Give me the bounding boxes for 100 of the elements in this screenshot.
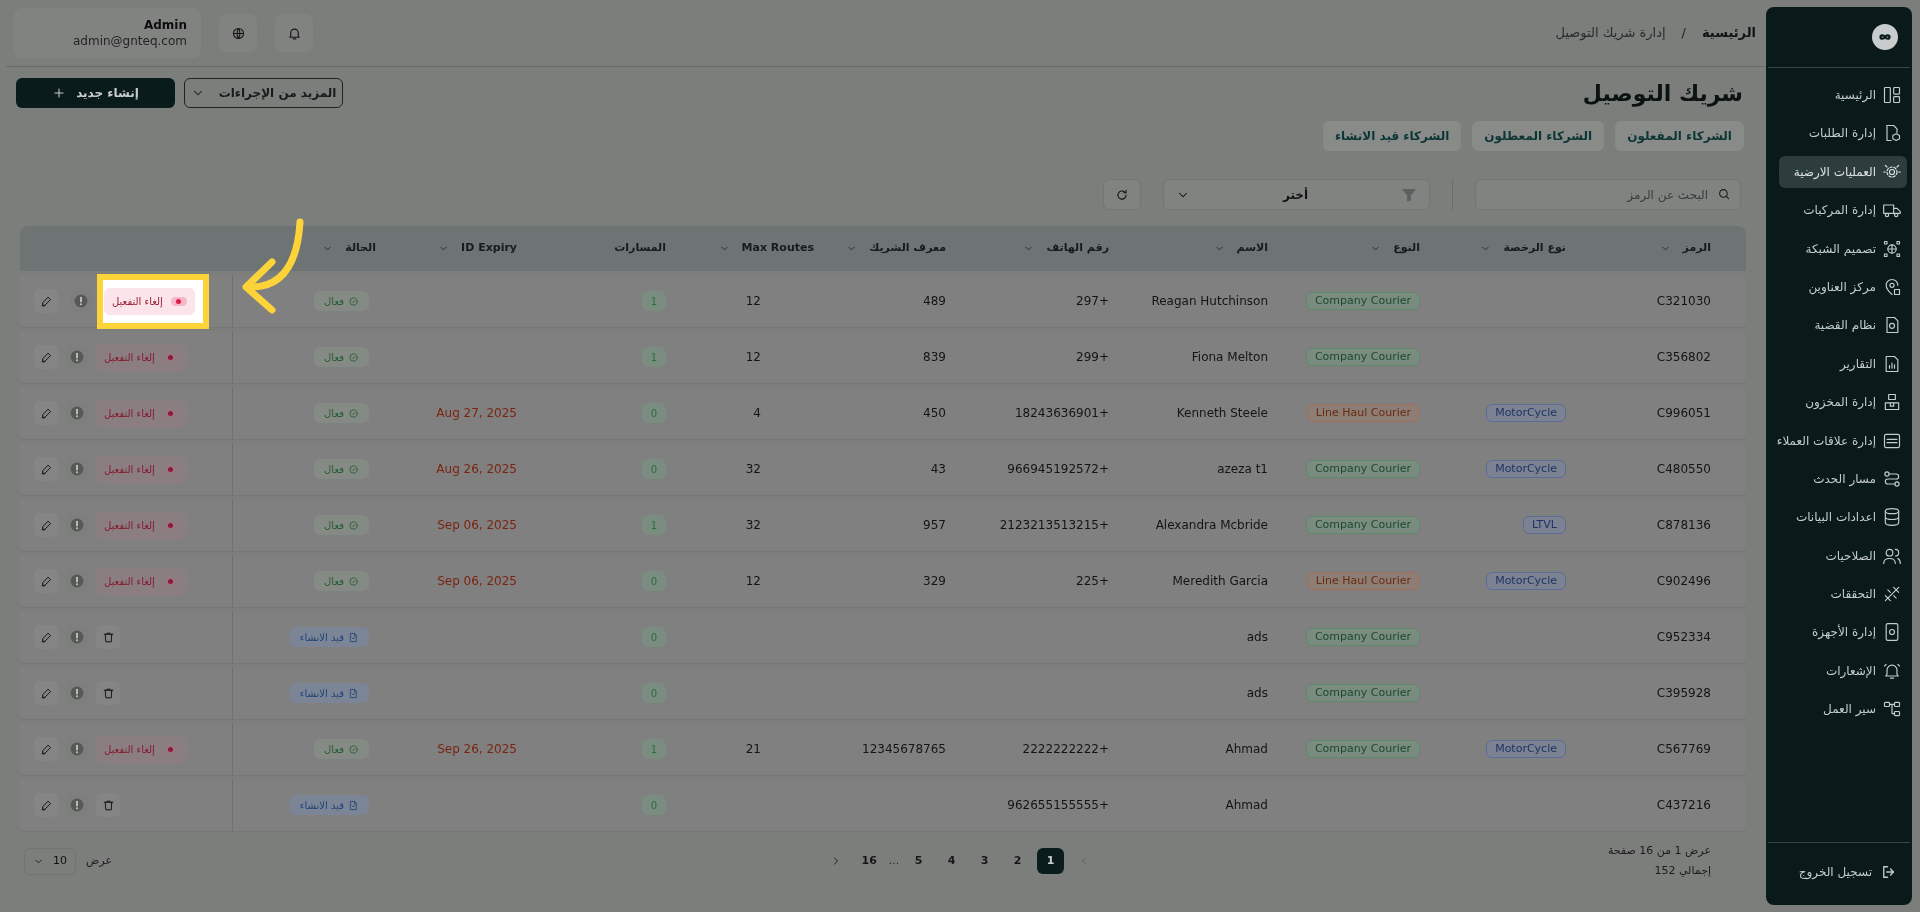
delete-button[interactable] [96, 793, 120, 817]
page-button[interactable]: 3 [971, 848, 999, 874]
column-header[interactable]: المسارات [614, 240, 666, 257]
page-button[interactable]: 1 [1037, 848, 1065, 874]
routes-count: 1 [642, 291, 666, 311]
sidebar-item[interactable]: إدارة علاقات العملاء [1779, 424, 1907, 457]
table-cell-text: C952334 [1656, 629, 1711, 646]
sidebar-item[interactable]: التقارير [1779, 347, 1907, 380]
breadcrumb-link[interactable]: إدارة شريك التوصيل [1555, 23, 1666, 43]
sidebar-item[interactable]: إدارة الأجهزة [1779, 616, 1907, 649]
logout-button[interactable]: تسجيل الخروج [1798, 857, 1903, 887]
language-button[interactable] [219, 14, 257, 52]
notifications-button[interactable] [275, 14, 313, 52]
refresh-button[interactable] [1103, 179, 1141, 210]
sidebar-item[interactable]: الإشعارات [1779, 654, 1907, 687]
column-header[interactable]: الاسم [1213, 240, 1268, 257]
type-tag: Company Courier [1305, 460, 1420, 478]
table-cell-text: 489 [923, 293, 946, 310]
create-button[interactable]: إنشاء جديد [16, 78, 175, 108]
edit-button[interactable] [34, 681, 58, 705]
alert-icon [70, 686, 84, 700]
deactivate-button[interactable]: إلغاء التفعيل [104, 287, 195, 315]
deactivate-button[interactable]: إلغاء التفعيل [96, 399, 187, 427]
check-circle-icon [348, 463, 359, 475]
deactivate-button[interactable]: إلغاء التفعيل [96, 511, 187, 539]
sidebar-item[interactable]: مركز العناوين [1779, 270, 1907, 303]
sidebar-item[interactable]: إدارة المركبات [1779, 194, 1907, 227]
status-badge: قيد الانشاء [289, 627, 369, 647]
sidebar-item[interactable]: نظام القضية [1779, 309, 1907, 342]
delete-button[interactable] [96, 625, 120, 649]
table-cell-text: 21 [745, 741, 761, 758]
column-header[interactable]: معرف الشريك [846, 240, 946, 257]
tab[interactable]: الشركاء قيد الانشاء [1322, 121, 1462, 151]
alert-icon [70, 742, 84, 756]
table-cell-text: 957 [923, 517, 946, 534]
column-header[interactable]: رقم الهاتف [1023, 240, 1109, 257]
sidebar-item[interactable]: العمليات الارضية [1779, 155, 1907, 188]
sidebar-item[interactable]: تصميم الشبكة [1779, 232, 1907, 265]
column-header[interactable]: الرمز [1659, 240, 1711, 257]
table-cell-text: 18243636901+ [1014, 405, 1109, 422]
deactivate-button[interactable]: إلغاء التفعيل [96, 567, 187, 595]
edit-button[interactable] [34, 513, 58, 537]
edit-button[interactable] [34, 737, 58, 761]
edit-button[interactable] [34, 401, 58, 425]
deactivate-button[interactable]: إلغاء التفعيل [96, 343, 187, 371]
sidebar-item[interactable]: مسار الحدث [1779, 462, 1907, 495]
table-cell-text: Ahmad [1225, 741, 1268, 758]
edit-button[interactable] [34, 625, 58, 649]
table-cell-text: 12 [745, 293, 761, 310]
user-name: Admin [143, 17, 187, 33]
status-badge: فعال [314, 347, 369, 367]
delete-button[interactable] [96, 681, 120, 705]
table-cell-text: C567769 [1656, 741, 1711, 758]
tab[interactable]: الشركاء المعطلون [1472, 121, 1605, 151]
edit-button[interactable] [34, 289, 58, 313]
sidebar-item[interactable]: الرئيسية [1779, 79, 1907, 111]
table-cell-text: azeza t1 [1217, 461, 1268, 478]
license-tag: MotorCycle [1486, 404, 1566, 422]
pencil-icon [39, 798, 53, 812]
column-header[interactable]: النوع [1370, 240, 1420, 257]
page-title: شريك التوصيل [1582, 79, 1743, 109]
filter-select[interactable]: أختر [1163, 179, 1430, 210]
table-cell-text: C356802 [1656, 349, 1711, 366]
alert-icon [70, 462, 84, 476]
edit-button[interactable] [34, 793, 58, 817]
search-field[interactable]: البحث عن الرمز [1475, 179, 1741, 210]
deactivate-button[interactable]: إلغاء التفعيل [96, 455, 187, 483]
table-cell-text: C902496 [1656, 573, 1711, 590]
user-card[interactable]: Admin admin@gnteq.com [14, 8, 201, 58]
deactivate-button[interactable]: إلغاء التفعيل [96, 735, 187, 763]
page-button[interactable]: 2 [1004, 848, 1032, 874]
status-badge: فعال [314, 739, 369, 759]
column-header[interactable]: Max Routes [718, 240, 814, 257]
sidebar-item[interactable]: الصلاحيات [1779, 539, 1907, 572]
edit-button[interactable] [34, 457, 58, 481]
column-header[interactable]: نوع الرخصة [1480, 240, 1566, 257]
page-button[interactable]: 5 [905, 848, 933, 874]
column-header[interactable]: ID Expiry [438, 240, 517, 257]
sidebar-item[interactable]: اعدادات البيانات [1779, 501, 1907, 534]
table-cell-text: 12 [745, 349, 761, 366]
table-cell-text: C878136 [1656, 517, 1711, 534]
edit-button[interactable] [34, 345, 58, 369]
edit-button[interactable] [34, 569, 58, 593]
more-actions-dropdown[interactable]: المزيد من الإجراءات [184, 78, 343, 108]
breadcrumb-link[interactable]: الرئيسية [1701, 23, 1756, 43]
sidebar-item[interactable]: التحققات [1779, 578, 1907, 611]
table-cell-text: Ahmad [1225, 797, 1268, 814]
funnel-icon [1401, 186, 1417, 203]
sidebar-item[interactable]: إدارة المخزون [1779, 386, 1907, 419]
sidebar-item[interactable]: سير العمل [1779, 693, 1907, 726]
tab[interactable]: الشركاء المفعلون [1615, 121, 1744, 151]
page-button[interactable]: 4 [938, 848, 966, 874]
alert-icon [70, 798, 84, 812]
column-header[interactable]: الحالة [322, 240, 376, 257]
page-size-select[interactable]: 10 [24, 847, 76, 875]
sidebar-item[interactable]: إدارة الطلبات [1779, 117, 1907, 150]
table-cell-text: 2123213513215+ [999, 517, 1109, 534]
pencil-icon [39, 406, 53, 420]
expiry-date: Sep 06, 2025 [437, 573, 517, 590]
page-button[interactable]: 16 [855, 848, 883, 874]
